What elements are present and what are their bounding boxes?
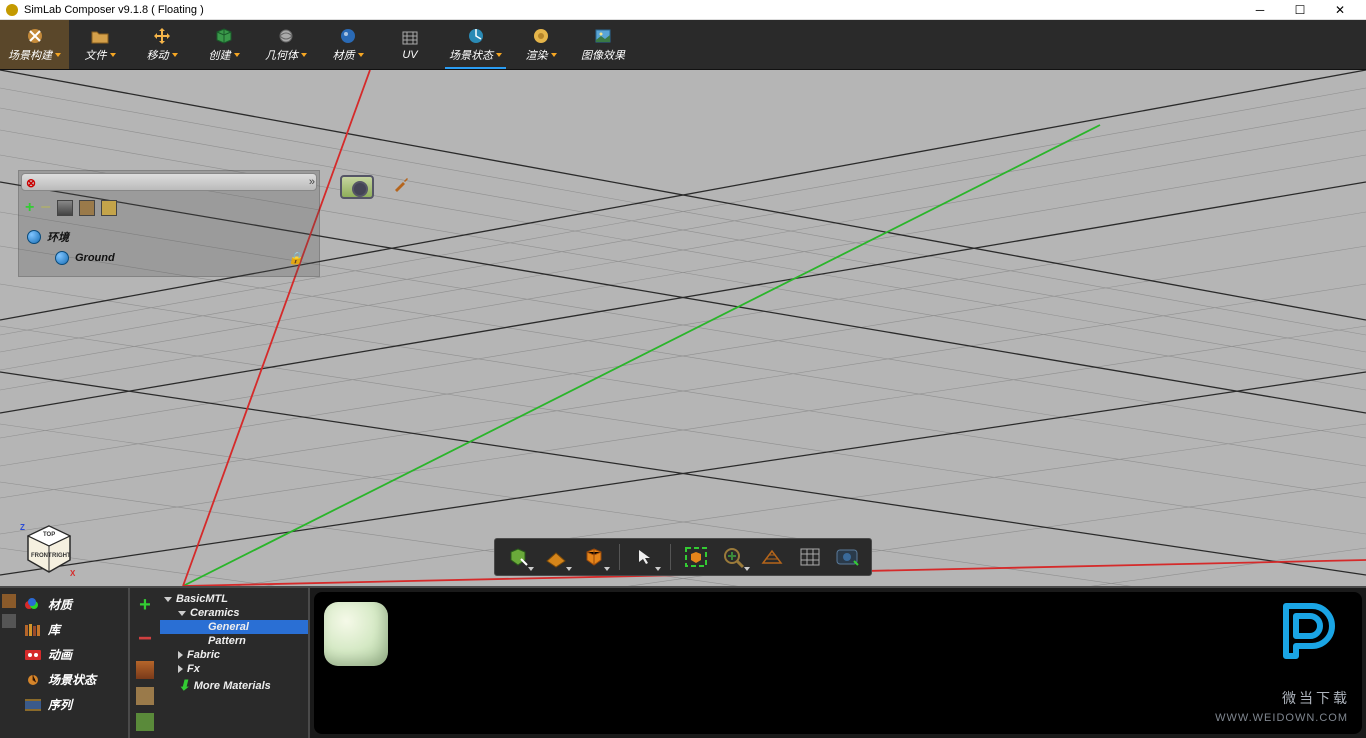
material-tool-1[interactable] bbox=[136, 661, 154, 679]
tree-tool-3[interactable] bbox=[101, 200, 117, 216]
camera-snapshot-button[interactable] bbox=[340, 175, 374, 199]
clear-search-icon[interactable]: ⊗ bbox=[26, 176, 38, 188]
camera-tools bbox=[340, 175, 410, 199]
view-cube[interactable]: Z TOP FRONT RIGHT X bbox=[20, 520, 78, 578]
scene-tree-panel: ⊗ » + − 环境 Ground 🔒 bbox=[18, 170, 320, 277]
mat-node-general[interactable]: General bbox=[160, 620, 308, 634]
remove-node-button[interactable]: − bbox=[40, 197, 51, 218]
toolbar-image-fx[interactable]: 图像效果 bbox=[572, 20, 634, 69]
toolbar-create[interactable]: 创建 bbox=[193, 20, 255, 69]
watermark-logo-icon bbox=[1266, 596, 1342, 672]
titlebar: SimLab Composer v9.1.8 ( Floating ) ─ ☐ … bbox=[0, 0, 1366, 20]
bottom-tabs: 材质 库 动画 场景状态 序列 bbox=[18, 588, 130, 738]
material-icon bbox=[24, 598, 42, 612]
toolbar-scene-state[interactable]: 场景状态 bbox=[441, 20, 510, 69]
maximize-button[interactable]: ☐ bbox=[1280, 1, 1320, 19]
globe-icon bbox=[55, 251, 69, 265]
toolbar-scene-build[interactable]: 场景构建 bbox=[0, 20, 69, 69]
add-node-button[interactable]: + bbox=[25, 199, 34, 217]
material-tool-3[interactable] bbox=[136, 713, 154, 731]
tree-tool-search-icon[interactable] bbox=[79, 200, 95, 216]
bottom-tab-sequence[interactable]: 序列 bbox=[18, 692, 128, 717]
close-button[interactable]: ✕ bbox=[1320, 1, 1360, 19]
cube-mode-button[interactable] bbox=[577, 542, 611, 572]
bottom-panel: 材质 库 动画 场景状态 序列 + − BasicMTL Ceramics Ge… bbox=[0, 586, 1366, 738]
svg-text:RIGHT: RIGHT bbox=[52, 553, 71, 559]
toolbar-geometry[interactable]: 几何体 bbox=[255, 20, 317, 69]
mat-node-fabric[interactable]: Fabric bbox=[160, 648, 308, 662]
strip-button-1[interactable] bbox=[2, 594, 16, 608]
pointer-tool-button[interactable] bbox=[628, 542, 662, 572]
toolbar-render[interactable]: 渲染 bbox=[510, 20, 572, 69]
tree-tool-1[interactable] bbox=[57, 200, 73, 216]
watermark-text: 微当下载 bbox=[1282, 688, 1350, 708]
mat-node-basicmtl[interactable]: BasicMTL bbox=[160, 592, 308, 606]
sequence-icon bbox=[24, 698, 42, 712]
scene-state-icon bbox=[24, 673, 42, 687]
material-tree-column: + − BasicMTL Ceramics General Pattern Fa… bbox=[130, 588, 310, 738]
bottom-tab-library[interactable]: 库 bbox=[18, 617, 128, 642]
window-title: SimLab Composer v9.1.8 ( Floating ) bbox=[24, 4, 204, 16]
tree-node-ground[interactable]: Ground 🔒 bbox=[19, 248, 319, 268]
scene-tree-tools: + − bbox=[19, 193, 319, 222]
svg-text:Z: Z bbox=[20, 523, 25, 532]
scene-tree-search[interactable]: ⊗ » bbox=[21, 173, 317, 191]
eyedropper-icon[interactable] bbox=[392, 175, 410, 193]
svg-text:TOP: TOP bbox=[43, 532, 55, 538]
animation-icon bbox=[24, 648, 42, 662]
bottom-tab-scene-state[interactable]: 场景状态 bbox=[18, 667, 128, 692]
toolbar-file[interactable]: 文件 bbox=[69, 20, 131, 69]
minimize-button[interactable]: ─ bbox=[1240, 1, 1280, 19]
mat-node-ceramics[interactable]: Ceramics bbox=[160, 606, 308, 620]
bottom-tab-material[interactable]: 材质 bbox=[18, 592, 128, 617]
toolbar-move[interactable]: 移动 bbox=[131, 20, 193, 69]
grid-plane bbox=[0, 70, 1366, 586]
tree-node-environment[interactable]: 环境 bbox=[19, 226, 319, 248]
material-thumbnail-area: 微当下载 WWW.WEIDOWN.COM bbox=[314, 592, 1362, 734]
material-add-button[interactable]: + bbox=[139, 594, 151, 617]
strip-button-2[interactable] bbox=[2, 614, 16, 628]
mat-node-fx[interactable]: Fx bbox=[160, 662, 308, 676]
download-icon: ⬇ bbox=[178, 677, 190, 694]
select-mode-button[interactable] bbox=[501, 542, 535, 572]
bottom-tab-animation[interactable]: 动画 bbox=[18, 642, 128, 667]
zoom-extents-button[interactable] bbox=[717, 542, 751, 572]
lock-icon[interactable]: 🔒 bbox=[288, 251, 303, 265]
app-logo-icon bbox=[6, 4, 18, 16]
globe-icon bbox=[27, 230, 41, 244]
viewport-3d[interactable]: ⊗ » + − 环境 Ground 🔒 bbox=[0, 70, 1366, 586]
expand-arrows-icon[interactable]: » bbox=[309, 176, 312, 188]
svg-text:X: X bbox=[70, 569, 76, 578]
toolbar-uv[interactable]: UV bbox=[379, 20, 441, 69]
perspective-button[interactable] bbox=[755, 542, 789, 572]
material-remove-button[interactable]: − bbox=[138, 625, 152, 653]
render-preview-button[interactable] bbox=[831, 542, 865, 572]
mat-node-more[interactable]: ⬇More Materials bbox=[160, 676, 308, 695]
library-icon bbox=[24, 623, 42, 637]
mat-node-pattern[interactable]: Pattern bbox=[160, 634, 308, 648]
toolbar-material[interactable]: 材质 bbox=[317, 20, 379, 69]
frame-selection-button[interactable] bbox=[679, 542, 713, 572]
main-toolbar: 场景构建 文件 移动 创建 几何体 材质 UV 场景状态 bbox=[0, 20, 1366, 70]
material-thumbnail[interactable] bbox=[324, 602, 388, 666]
grid-toggle-button[interactable] bbox=[793, 542, 827, 572]
material-tool-2[interactable] bbox=[136, 687, 154, 705]
viewport-bottom-toolbar bbox=[494, 538, 872, 576]
watermark-url: WWW.WEIDOWN.COM bbox=[1215, 712, 1348, 724]
plane-mode-button[interactable] bbox=[539, 542, 573, 572]
bottom-left-strip bbox=[0, 588, 18, 738]
svg-text:FRONT: FRONT bbox=[31, 553, 52, 559]
